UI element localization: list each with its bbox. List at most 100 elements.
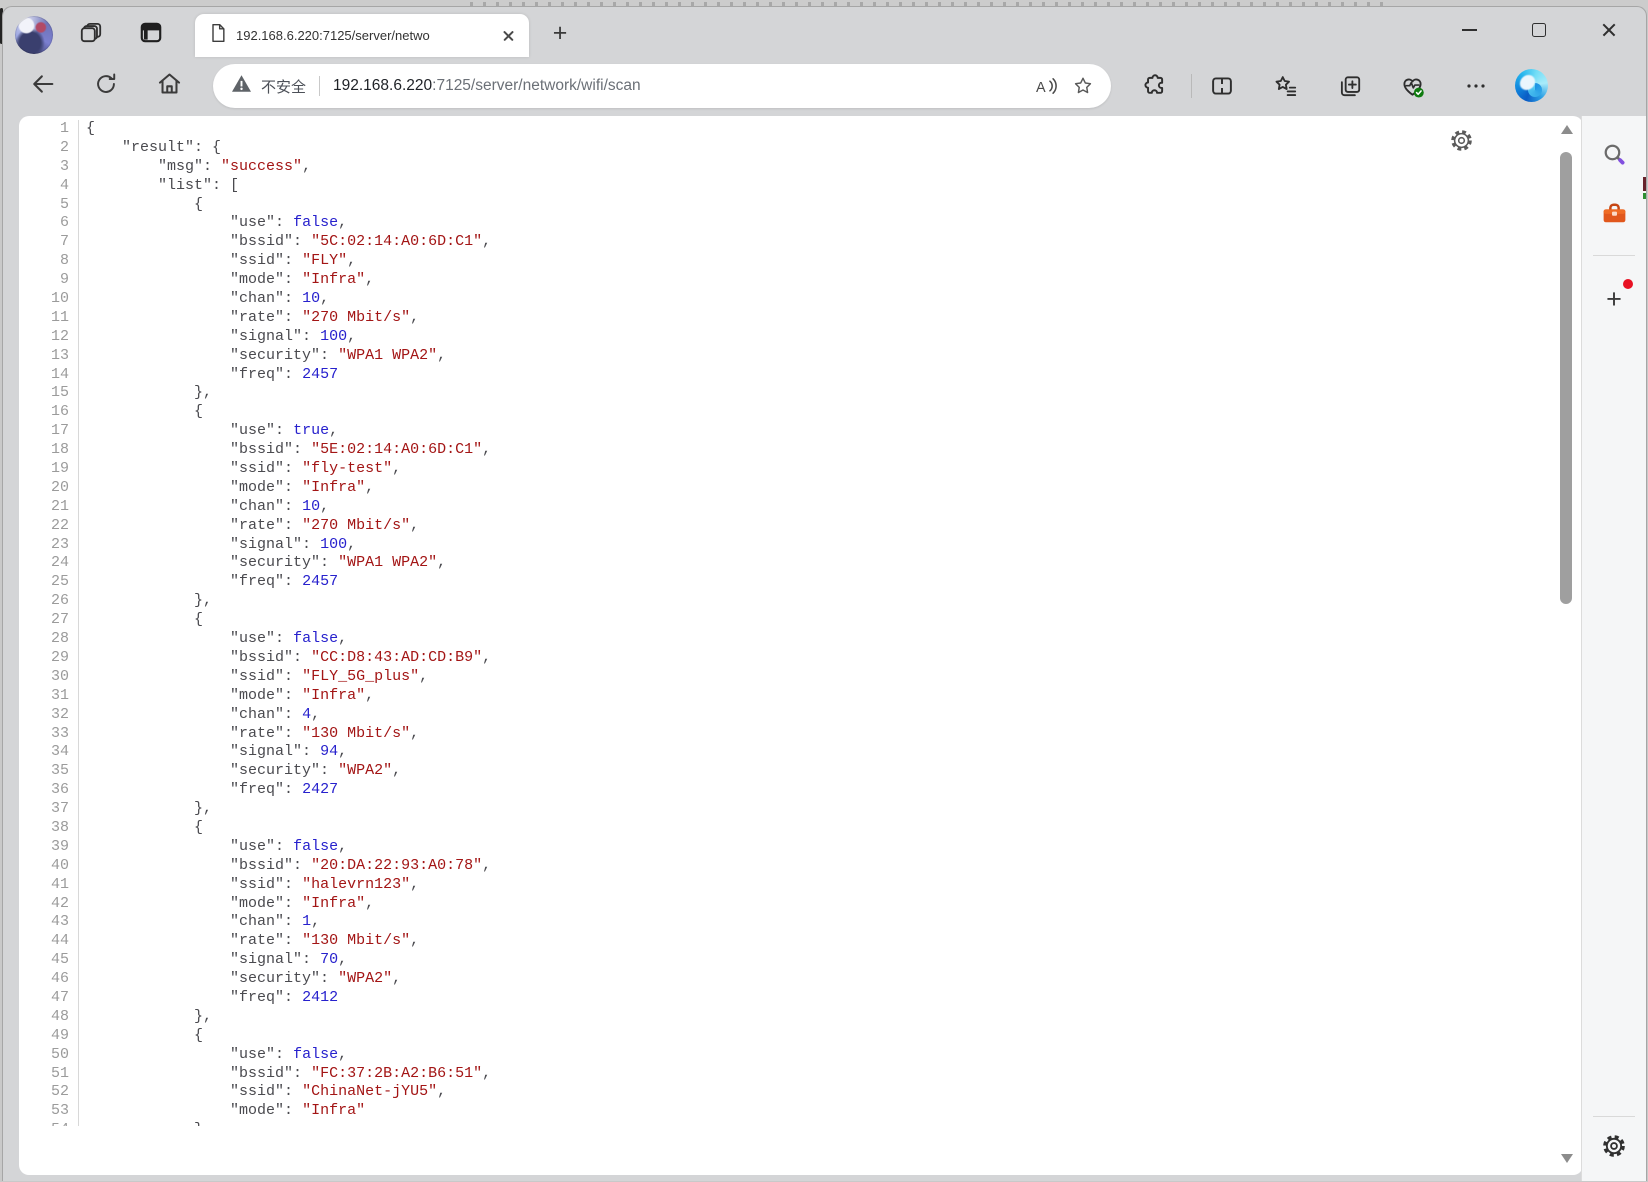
line-number: 47 <box>19 989 79 1008</box>
code-text: ″mode″: ″Infra″, <box>79 687 374 706</box>
sidebar-settings-button[interactable] <box>1599 1131 1629 1161</box>
address-bar[interactable]: 不安全 192.168.6.220:7125/server/network/wi… <box>213 64 1111 108</box>
split-screen-button[interactable] <box>1207 71 1237 101</box>
line-number: 53 <box>19 1102 79 1121</box>
code-text: ″security″: ″WPA1 WPA2″, <box>79 347 446 366</box>
line-number: 42 <box>19 895 79 914</box>
toolbox-icon <box>1600 199 1629 228</box>
extensions-button[interactable] <box>1139 71 1169 101</box>
line-number: 22 <box>19 517 79 536</box>
line-number: 39 <box>19 838 79 857</box>
code-line: 24 ″security″: ″WPA1 WPA2″, <box>19 554 1549 573</box>
code-line: 12 ″signal″: 100, <box>19 328 1549 347</box>
code-text: }, <box>79 592 212 611</box>
code-text: ″msg″: ″success″, <box>79 158 311 177</box>
security-label[interactable]: 不安全 <box>261 76 306 97</box>
line-number: 32 <box>19 706 79 725</box>
new-tab-button[interactable]: + <box>545 18 575 48</box>
code-line: 18 ″bssid″: ″5E:02:14:A0:6D:C1″, <box>19 441 1549 460</box>
scroll-up-icon[interactable] <box>1561 125 1573 134</box>
collections-button[interactable] <box>1335 71 1365 101</box>
code-text: ″freq″: 2457 <box>79 366 338 385</box>
tab-actions-button[interactable] <box>136 17 166 47</box>
refresh-button[interactable] <box>91 71 121 101</box>
code-line: 20 ″mode″: ″Infra″, <box>19 479 1549 498</box>
extensions-icon <box>1141 73 1167 99</box>
favorite-star-button[interactable] <box>1069 72 1097 100</box>
code-line: 47 ″freq″: 2412 <box>19 989 1549 1008</box>
essentials-button[interactable] <box>1397 71 1427 101</box>
code-line: 6 ″use″: false, <box>19 214 1549 233</box>
code-line: 45 ″signal″: 70, <box>19 951 1549 970</box>
code-text: } <box>79 1121 203 1126</box>
toolbar-separator <box>1191 74 1192 98</box>
line-number: 6 <box>19 214 79 233</box>
line-number: 36 <box>19 781 79 800</box>
tab-title: 192.168.6.220:7125/server/netwo <box>236 28 484 43</box>
code-line: 38 { <box>19 819 1549 838</box>
code-line: 26 }, <box>19 592 1549 611</box>
line-number: 13 <box>19 347 79 366</box>
code-text: ″ssid″: ″fly-test″, <box>79 460 401 479</box>
code-text: ″bssid″: ″5C:02:14:A0:6D:C1″, <box>79 233 491 252</box>
line-number: 26 <box>19 592 79 611</box>
line-number: 43 <box>19 913 79 932</box>
sidebar-search-button[interactable] <box>1599 139 1629 169</box>
tab-close-button[interactable] <box>501 28 516 43</box>
maximize-button[interactable] <box>1520 15 1558 45</box>
code-line: 33 ″rate″: ″130 Mbit/s″, <box>19 725 1549 744</box>
active-tab[interactable]: 192.168.6.220:7125/server/netwo <box>195 14 529 57</box>
code-line: 29 ″bssid″: ″CC:D8:43:AD:CD:B9″, <box>19 649 1549 668</box>
profile-avatar[interactable] <box>15 16 53 54</box>
code-line: 53 ″mode″: ″Infra″ <box>19 1102 1549 1121</box>
back-button[interactable] <box>28 71 58 101</box>
line-number: 24 <box>19 554 79 573</box>
scroll-down-icon[interactable] <box>1561 1154 1573 1163</box>
line-number: 38 <box>19 819 79 838</box>
code-text: ″rate″: ″270 Mbit/s″, <box>79 309 419 328</box>
scrollbar[interactable] <box>1559 116 1575 1175</box>
code-line: 51 ″bssid″: ″FC:37:2B:A2:B6:51″, <box>19 1065 1549 1084</box>
sidebar-divider <box>1593 255 1635 256</box>
code-line: 17 ″use″: true, <box>19 422 1549 441</box>
code-area[interactable]: 1{2 ″result″: {3 ″msg″: ″success″,4 ″lis… <box>19 116 1549 1126</box>
workspaces-icon <box>78 19 104 45</box>
code-text: ″ssid″: ″FLY_5G_plus″, <box>79 668 428 687</box>
read-aloud-icon: A <box>1035 75 1060 97</box>
code-line: 15 }, <box>19 384 1549 403</box>
search-icon <box>1601 141 1628 168</box>
sidebar-add-button[interactable]: + <box>1599 284 1629 314</box>
line-number: 29 <box>19 649 79 668</box>
code-line: 27 { <box>19 611 1549 630</box>
code-text: ″security″: ″WPA2″, <box>79 762 401 781</box>
line-number: 35 <box>19 762 79 781</box>
code-text: ″security″: ″WPA2″, <box>79 970 401 989</box>
close-icon <box>1601 22 1617 38</box>
favorites-bar-icon <box>1273 73 1299 99</box>
address-separator <box>319 76 320 96</box>
line-number: 50 <box>19 1046 79 1065</box>
home-button[interactable] <box>154 71 184 101</box>
line-number: 14 <box>19 366 79 385</box>
code-text: ″signal″: 94, <box>79 743 347 762</box>
code-line: 39 ″use″: false, <box>19 838 1549 857</box>
code-line: 43 ″chan″: 1, <box>19 913 1549 932</box>
code-text: ″rate″: ″270 Mbit/s″, <box>79 517 419 536</box>
json-viewer-settings-button[interactable] <box>1448 127 1474 153</box>
minimize-button[interactable] <box>1450 15 1488 45</box>
code-line: 44 ″rate″: ″130 Mbit/s″, <box>19 932 1549 951</box>
copilot-button[interactable] <box>1515 69 1548 102</box>
read-aloud-button[interactable]: A <box>1033 72 1061 100</box>
url-text[interactable]: 192.168.6.220:7125/server/network/wifi/s… <box>333 77 641 95</box>
favorites-button[interactable] <box>1271 71 1301 101</box>
workspaces-button[interactable] <box>76 17 106 47</box>
close-button[interactable] <box>1590 15 1628 45</box>
settings-more-button[interactable] <box>1461 71 1491 101</box>
sidebar-toolbox-button[interactable] <box>1599 198 1629 228</box>
code-line: 10 ″chan″: 10, <box>19 290 1549 309</box>
scrollbar-thumb[interactable] <box>1560 152 1572 604</box>
code-text: ″freq″: 2412 <box>79 989 338 1008</box>
code-text: ″mode″: ″Infra″ <box>79 1102 365 1121</box>
code-text: ″mode″: ″Infra″, <box>79 479 374 498</box>
maximize-icon <box>1532 23 1546 37</box>
